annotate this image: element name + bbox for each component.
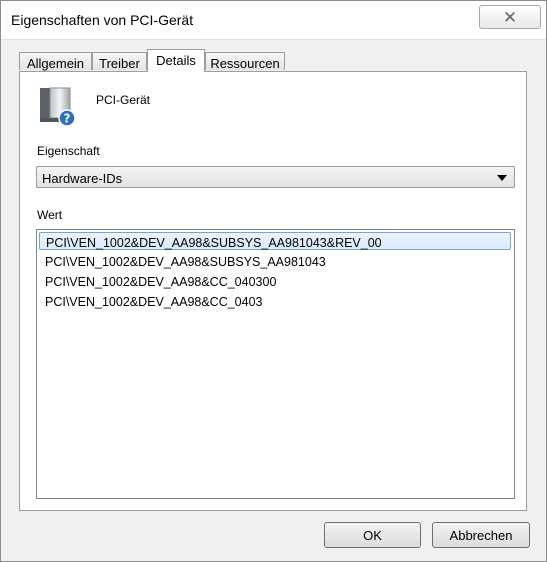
list-item[interactable]: PCI\VEN_1002&DEV_AA98&CC_040300 [39, 272, 511, 290]
close-button[interactable]: ✕ [479, 5, 541, 29]
svg-text:?: ? [64, 112, 71, 126]
ok-button[interactable]: OK [324, 522, 421, 548]
value-listbox[interactable]: PCI\VEN_1002&DEV_AA98&SUBSYS_AA981043&RE… [36, 229, 515, 499]
property-selected-value: Hardware-IDs [42, 171, 123, 186]
tab-allgemein[interactable]: Allgemein [19, 52, 92, 71]
property-label: Eigenschaft [37, 144, 100, 158]
title-bar[interactable]: Eigenschaften von PCI-Gerät ✕ [1, 1, 546, 40]
cancel-button[interactable]: Abbrechen [432, 522, 530, 548]
close-icon: ✕ [502, 7, 518, 27]
properties-dialog: Eigenschaften von PCI-Gerät ✕ Allgemein … [0, 0, 547, 562]
list-item[interactable]: PCI\VEN_1002&DEV_AA98&SUBSYS_AA981043 [39, 252, 511, 270]
value-label: Wert [37, 208, 63, 222]
tab-details[interactable]: Details [147, 49, 205, 72]
list-item[interactable]: PCI\VEN_1002&DEV_AA98&SUBSYS_AA981043&RE… [39, 232, 511, 250]
tab-treiber[interactable]: Treiber [92, 52, 147, 71]
list-item[interactable]: PCI\VEN_1002&DEV_AA98&CC_0403 [39, 292, 511, 310]
property-dropdown[interactable]: Hardware-IDs [36, 166, 515, 188]
window-title: Eigenschaften von PCI-Gerät [11, 12, 194, 28]
chevron-down-icon[interactable] [497, 175, 507, 181]
tab-ressourcen[interactable]: Ressourcen [205, 52, 285, 71]
device-name: PCI-Gerät [96, 93, 151, 107]
pci-device-icon: ? [40, 87, 76, 127]
